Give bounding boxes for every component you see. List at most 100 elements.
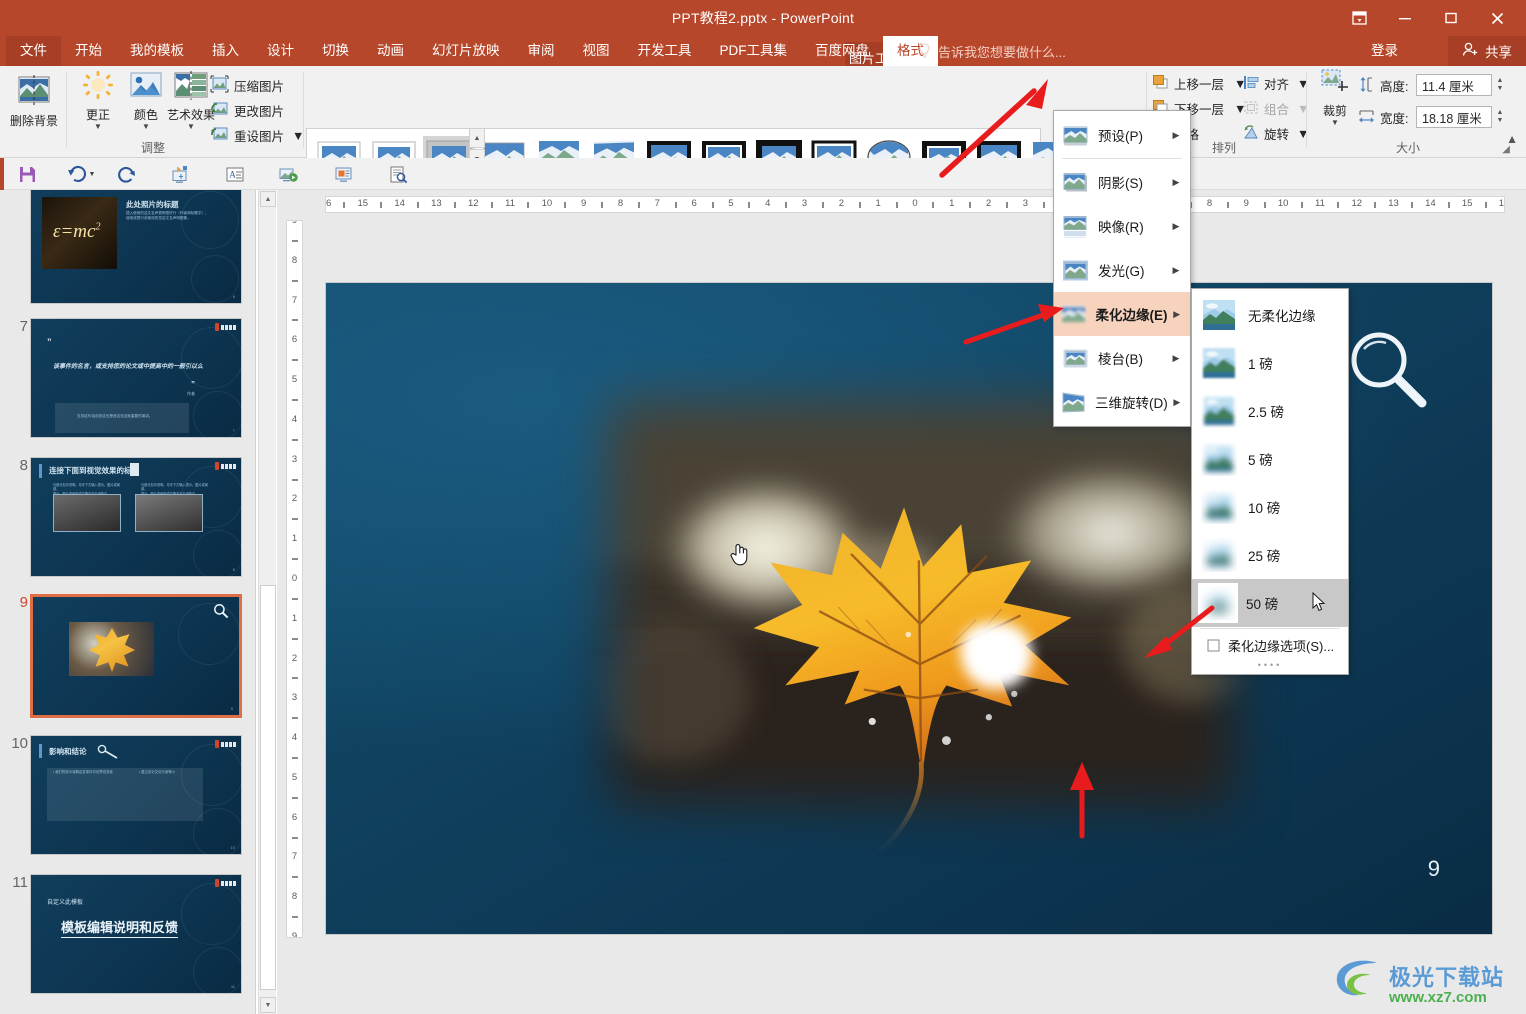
soft-edges-submenu[interactable]: 无柔化边缘 1 磅 2.5 磅 5 磅 10 磅 25 磅 50 磅 柔化边缘选… [1191,288,1349,675]
chevron-right-icon: ▶ [1173,308,1181,319]
tab-my-templates[interactable]: 我的模板 [116,36,198,66]
menu-item-shadow[interactable]: 阴影(S) ▶ [1054,160,1190,204]
thumbpane-scroll-up-icon[interactable]: ▲ [260,191,276,207]
soft-edge-label-4: 10 磅 [1248,501,1281,516]
tab-review[interactable]: 审阅 [514,36,569,66]
slide-10-preview[interactable]: 影响和结论 • 我们的现今将解这发事件可世界改变我 • 重过自记文化与用等小 1… [30,735,242,855]
close-icon[interactable] [1474,1,1520,35]
shape-height-icon [1358,76,1375,96]
ruler-minor-v [292,478,298,481]
slide-7-attrib: 作者 [187,391,195,396]
thumbnail-pane-scrollbar[interactable]: ▲ ▼ [258,190,276,1014]
start-from-beginning-icon[interactable] [168,162,194,186]
align-button[interactable]: 对齐 ▼ [1243,72,1309,95]
soft-edge-preview-6-icon [1198,583,1238,623]
ruler-minor-h [417,202,420,208]
soft-edge-preview-3-icon [1198,442,1240,476]
ruler-minor-v [292,399,298,401]
height-input[interactable]: 11.4 厘米 [1416,74,1492,96]
submenu-grip-handle[interactable]: •••• [1192,660,1348,672]
start-slideshow-icon[interactable] [275,162,301,186]
menu-item-bevel[interactable]: 棱台(B) ▶ [1054,336,1190,380]
slide-9-preview[interactable]: 9 [30,594,242,718]
watermark-name: 极光下载站 [1388,965,1504,990]
corrections-caret-icon[interactable]: ▼ [94,123,102,131]
ruler-tick-v: 1 [291,533,298,545]
bring-forward-button[interactable]: 上移一层 ▼ [1152,72,1246,95]
vertical-ruler[interactable]: 9 8 7 6 5 4 3 2 1 0 1 2 3 4 5 6 7 8 9 [286,220,303,938]
slide-thumbnail-pane[interactable]: ε=mc2 此处照片的标题 插入使用的这文名声很明很好行（作者和标题字）， 使用… [0,190,256,1014]
menu-item-preset[interactable]: 预设(P) ▶ [1054,113,1190,157]
share-person-icon [1462,42,1479,60]
ruler-tick-v: 4 [291,732,298,744]
ruler-minor-h [527,202,530,208]
redo-icon[interactable] [113,162,139,186]
ruler-tick-v: 2 [291,493,298,505]
slide-8-preview[interactable]: 连接下面到视觉效果的标题 与部分加中说明。可手下方输入提示。图片或局部。 提示。… [30,457,242,577]
artistic-effects-caret-icon[interactable]: ▼ [187,123,195,131]
width-input[interactable]: 18.18 厘米 [1416,106,1492,128]
tab-home[interactable]: 开始 [61,36,116,66]
tab-animations[interactable]: 动画 [363,36,418,66]
tab-file[interactable]: 文件 [6,36,61,66]
menu-item-soft-edges[interactable]: 柔化边缘(E) ▶ [1054,292,1190,336]
tab-developer[interactable]: 开发工具 [624,36,706,66]
width-stepper[interactable]: ▲ ▼ [1493,106,1507,128]
menu-item-reflection[interactable]: 映像(R) ▶ [1054,204,1190,248]
color-caret-icon[interactable]: ▼ [142,123,150,131]
slide-10-bullet-right: • 重过自记文化与用等小 [139,770,176,774]
ruler-minor-h [601,202,604,208]
tab-pdf-tools[interactable]: PDF工具集 [706,36,802,66]
thumbpane-scroll-down-icon[interactable]: ▼ [260,997,276,1013]
width-value: 18.18 厘米 [1422,111,1482,126]
soft-edge-option-25pt[interactable]: 25 磅 [1192,531,1348,579]
tell-me-box[interactable]: 告诉我您想要做什么... [918,36,1066,66]
menu-item-glow[interactable]: 发光(G) ▶ [1054,248,1190,292]
slide-7-preview[interactable]: ” 该事件的名言，或支持您的论文或中提高中的一般引以么 ” 作者 支持这句话说到… [30,318,242,438]
tab-slideshow[interactable]: 幻灯片放映 [418,36,514,66]
tab-insert[interactable]: 插入 [198,36,253,66]
picture-effects-menu[interactable]: 预设(P) ▶ 阴影(S) ▶ 映像(R) ▶ 发光(G) ▶ 柔化边缘(E) … [1053,110,1191,427]
minimize-icon[interactable] [1382,1,1428,35]
collapse-ribbon-icon[interactable]: ▲ [1506,132,1518,146]
tab-transitions[interactable]: 切换 [308,36,363,66]
soft-edge-option-2-5pt[interactable]: 2.5 磅 [1192,387,1348,435]
tab-view[interactable]: 视图 [569,36,624,66]
bring-forward-label: 上移一层 [1174,78,1225,92]
slide-11-preview[interactable]: 自定义此模板 模板编辑说明和反馈 11 [30,874,242,994]
crop-button[interactable]: 裁剪 ▼ [1312,68,1358,138]
soft-edges-options-item[interactable]: 柔化边缘选项(S)... [1192,630,1348,660]
height-stepper[interactable]: ▲ ▼ [1493,74,1507,96]
print-preview-icon[interactable] [385,162,411,186]
remove-background-button[interactable]: 删除背景 [6,70,62,140]
crop-label: 裁剪 [1322,104,1347,118]
compress-pictures-button[interactable]: 压缩图片 [210,74,284,97]
soft-edge-option-none[interactable]: 无柔化边缘 [1192,291,1348,339]
gallery-scroll-up-icon[interactable]: ▲ [469,128,485,148]
new-text-box-icon[interactable]: A [222,162,248,186]
soft-edge-option-1pt[interactable]: 1 磅 [1192,339,1348,387]
undo-dropdown-caret[interactable]: ▼ [86,162,98,186]
tab-baidu-netdisk[interactable]: 百度网盘 [801,36,883,66]
sign-in-button[interactable]: 登录 [1371,36,1398,66]
tab-design[interactable]: 设计 [253,36,308,66]
ruler-minor-h [969,202,972,208]
crop-caret-icon[interactable]: ▼ [1331,119,1339,127]
thumbpane-scroll-thumb[interactable] [260,585,276,990]
ribbon-display-options-icon[interactable] [1336,1,1382,35]
change-picture-icon [210,100,229,121]
present-icon[interactable] [331,162,357,186]
maximize-icon[interactable] [1428,1,1474,35]
menu-item-3d-rotation[interactable]: 三维旋转(D) ▶ [1054,380,1190,424]
save-icon[interactable] [14,162,40,186]
soft-edge-option-10pt[interactable]: 10 磅 [1192,483,1348,531]
tell-me-placeholder: 告诉我您想要做什么... [938,44,1066,60]
rotate-button[interactable]: 旋转 ▼ [1243,122,1309,145]
soft-edge-option-50pt[interactable]: 50 磅 [1192,579,1348,627]
horizontal-ruler[interactable]: 1615141312111098765432101234567891011121… [325,196,1505,213]
change-picture-button[interactable]: 更改图片 [210,99,284,122]
rotate-label: 旋转 [1264,128,1290,142]
slide-6-preview[interactable]: ε=mc2 此处照片的标题 插入使用的这文名声很明很好行（作者和标题字）， 使用… [30,190,242,304]
share-button[interactable]: 共享 [1448,36,1526,66]
soft-edge-option-5pt[interactable]: 5 磅 [1192,435,1348,483]
